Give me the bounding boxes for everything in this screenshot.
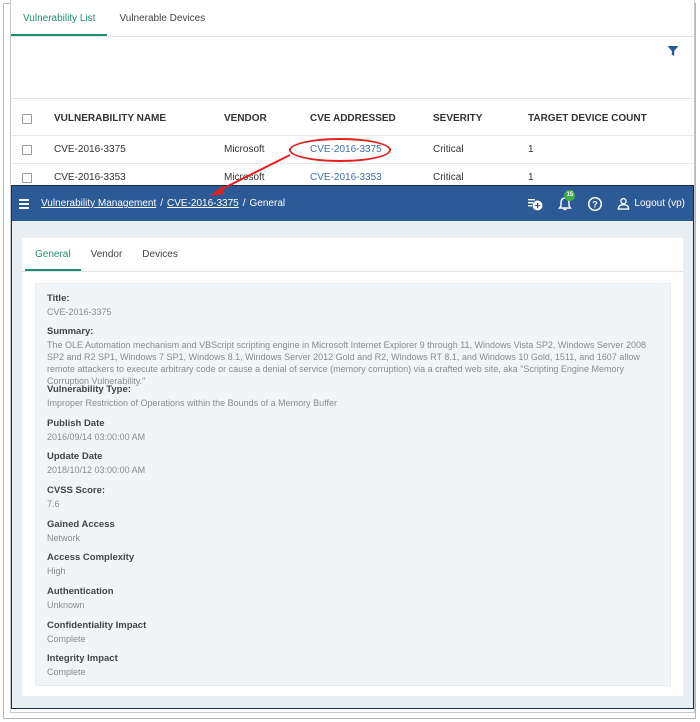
field-label: Integrity Impact <box>47 653 118 664</box>
filter-icon[interactable] <box>667 45 679 57</box>
col-target-device-count[interactable]: TARGET DEVICE COUNT <box>528 102 647 135</box>
col-cve-addressed[interactable]: CVE ADDRESSED <box>310 102 396 135</box>
vulnerability-tabs: Vulnerability List Vulnerable Devices <box>11 8 217 36</box>
detail-tabs: General Vendor Devices <box>22 238 683 271</box>
tab-vulnerability-list[interactable]: Vulnerability List <box>11 8 108 36</box>
field-label: Title: <box>47 293 70 304</box>
field-gained-access: Gained Access Network <box>47 519 659 544</box>
field-integrity-impact: Integrity Impact Complete <box>47 653 659 678</box>
field-vulnerability-type: Vulnerability Type: Improper Restriction… <box>47 384 659 409</box>
annotation-arrow <box>210 154 291 196</box>
notification-count-badge: 15 <box>564 189 576 201</box>
vulnerability-name: CVE-2016-3375 <box>54 144 126 155</box>
tab-vulnerable-devices[interactable]: Vulnerable Devices <box>107 8 217 36</box>
logout-button[interactable]: Logout (vp) <box>617 197 685 210</box>
field-value: 2018/10/12 03:00:00 AM <box>47 465 146 475</box>
svg-text:?: ? <box>593 199 599 209</box>
tab-vendor[interactable]: Vendor <box>81 238 133 271</box>
field-publish-date: Publish Date 2016/09/14 03:00:00 AM <box>47 418 659 443</box>
col-severity[interactable]: SEVERITY <box>433 102 482 135</box>
field-value: Complete <box>47 634 86 644</box>
field-label: Authentication <box>47 586 114 597</box>
detail-tabs-divider <box>22 271 683 272</box>
col-vulnerability-name[interactable]: VULNERABILITY NAME <box>54 102 166 135</box>
field-label: Publish Date <box>47 418 105 429</box>
field-update-date: Update Date 2018/10/12 03:00:00 AM <box>47 451 659 476</box>
highlight-ellipse <box>289 138 391 162</box>
field-summary: Summary: The OLE Automation mechanism an… <box>47 326 659 387</box>
field-title: Title: CVE-2016-3375 <box>47 293 659 318</box>
user-icon <box>618 197 630 210</box>
breadcrumb-vulnerability-management[interactable]: Vulnerability Management <box>41 198 156 209</box>
field-label: Gained Access <box>47 519 115 530</box>
field-label: Vulnerability Type: <box>47 384 131 395</box>
field-label: Confidentiality Impact <box>47 620 147 631</box>
field-value: CVE-2016-3375 <box>47 307 112 317</box>
col-vendor[interactable]: VENDOR <box>224 102 267 135</box>
target-device-count: 1 <box>528 144 534 155</box>
field-value: Complete <box>47 667 86 677</box>
detail-panel: General Vendor Devices Title: CVE-2016-3… <box>22 238 683 696</box>
field-value: Network <box>47 533 81 543</box>
tabs-divider <box>11 36 694 37</box>
table-header: VULNERABILITY NAME VENDOR CVE ADDRESSED … <box>11 102 694 136</box>
field-value: Improper Restriction of Operations withi… <box>47 398 337 408</box>
field-cvss-score: CVSS Score: 7.6 <box>47 485 659 510</box>
toolbar-divider <box>11 98 694 99</box>
field-authentication: Authentication Unknown <box>47 586 659 611</box>
notifications-bell-icon[interactable]: 15 <box>557 189 576 212</box>
field-value: Unknown <box>47 600 85 610</box>
row-checkbox[interactable] <box>22 144 32 155</box>
severity: Critical <box>433 144 464 155</box>
field-value: The OLE Automation mechanism and VBScrip… <box>47 340 646 386</box>
breadcrumb-separator: / <box>160 198 164 209</box>
field-label: CVSS Score: <box>47 485 106 496</box>
field-value: High <box>47 566 66 576</box>
hamburger-menu-icon[interactable] <box>19 197 29 211</box>
field-label: Access Complexity <box>47 552 135 563</box>
general-details: Title: CVE-2016-3375 Summary: The OLE Au… <box>35 283 671 686</box>
help-icon[interactable]: ? <box>587 196 603 212</box>
select-all-checkbox[interactable] <box>22 113 32 124</box>
tab-general[interactable]: General <box>25 238 81 271</box>
field-label: Summary: <box>47 326 94 337</box>
tab-devices[interactable]: Devices <box>132 238 188 271</box>
field-value: 2016/09/14 03:00:00 AM <box>47 432 146 442</box>
field-value: 7.6 <box>47 499 60 509</box>
row-checkbox[interactable] <box>22 172 32 183</box>
top-navbar: Vulnerability Management / CVE-2016-3375… <box>12 186 693 221</box>
field-confidentiality-impact: Confidentiality Impact Complete <box>47 620 659 645</box>
vulnerability-detail-window: Vulnerability Management / CVE-2016-3375… <box>11 185 694 709</box>
navbar-actions: 15 ? Logout (vp) <box>527 186 685 221</box>
field-label: Update Date <box>47 451 103 462</box>
add-device-icon[interactable] <box>527 196 543 212</box>
field-access-complexity: Access Complexity High <box>47 552 659 577</box>
logout-label: Logout (vp) <box>634 198 685 209</box>
